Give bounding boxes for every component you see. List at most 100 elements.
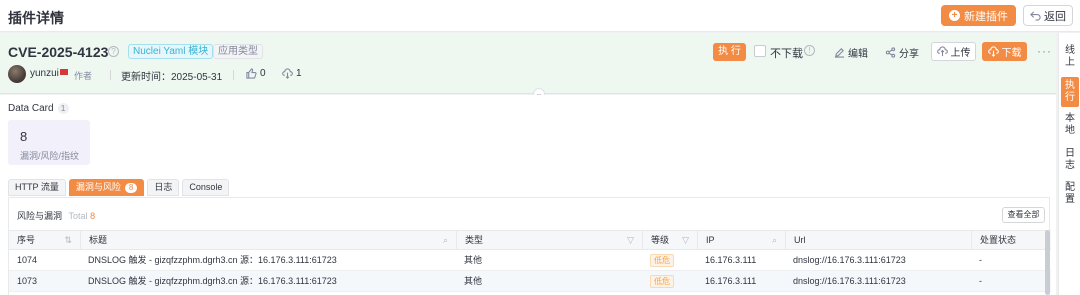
column-label: IP	[706, 235, 715, 245]
column-label: 类型	[465, 235, 484, 245]
data-card[interactable]: 8 漏洞/风险/指纹	[8, 120, 90, 165]
level-badge: 低危	[650, 254, 674, 267]
edit-button[interactable]: 编辑	[834, 45, 868, 60]
divider	[233, 70, 234, 80]
cell-type: 其他	[464, 276, 483, 286]
more-icon[interactable]: ···	[1037, 44, 1052, 58]
data-card-header: Data Card 1	[8, 103, 69, 114]
column-header-type[interactable]: 类型 ▽	[456, 231, 642, 250]
cell-status: -	[979, 276, 982, 286]
cloud-download-icon	[282, 68, 293, 79]
sort-icon[interactable]: ⇅	[64, 231, 72, 250]
column-label: 等级	[651, 235, 670, 245]
search-icon[interactable]: ⌕	[772, 231, 777, 250]
column-label: Url	[794, 235, 806, 245]
help-icon[interactable]: ?	[108, 46, 119, 57]
thumbs-up-icon	[246, 68, 257, 79]
download-count-value: 1	[296, 68, 302, 79]
cell-type: 其他	[464, 255, 483, 265]
share-button[interactable]: 分享	[885, 45, 919, 60]
download-count: 1	[282, 68, 302, 79]
tab-log[interactable]: 日志	[147, 179, 180, 196]
column-header-title[interactable]: 标题 ⌕	[80, 231, 456, 250]
like-button[interactable]: 0	[246, 68, 266, 79]
plugin-header: CVE-2025-4123 ? Nuclei Yaml 模块 应用类型 yunz…	[0, 33, 1056, 94]
cell-status: -	[979, 255, 982, 265]
cell-level: 低危	[642, 250, 697, 270]
risk-table-title: 风险与漏洞 Total 8	[17, 209, 95, 222]
rail-item-log[interactable]: 日志	[1061, 148, 1079, 172]
tab-risks[interactable]: 漏洞与风险 8	[68, 179, 145, 196]
table-header: 序号 ⇅ 标题 ⌕ 类型 ▽ 等级 ▽ IP ⌕ Url 处置状态	[9, 230, 1051, 250]
view-all-button[interactable]: 查看全部	[1002, 207, 1045, 223]
tab-console[interactable]: Console	[182, 179, 230, 196]
data-card-title: Data Card	[8, 103, 54, 114]
column-header-ip[interactable]: IP ⌕	[697, 231, 785, 250]
risk-total-value: 8	[90, 211, 96, 221]
cell-id: 1073	[17, 276, 38, 286]
tab-label: HTTP 流量	[15, 182, 59, 192]
column-label: 序号	[17, 235, 36, 245]
rail-item-local[interactable]: 本地	[1061, 113, 1079, 137]
tab-label: 漏洞与风险	[75, 182, 121, 192]
edit-icon	[834, 48, 845, 58]
execution-result-panel: Data Card 1 8 漏洞/风险/指纹 HTTP 流量 漏洞与风险 8 日志…	[0, 95, 1056, 295]
author-name-text: yunzui	[30, 68, 59, 79]
cell-ip: 16.176.3.111	[705, 255, 757, 265]
risk-table-panel: 风险与漏洞 Total 8 查看全部 序号 ⇅ 标题 ⌕ 类型 ▽ 等级 ▽ IP ⌕ U…	[8, 197, 1051, 295]
top-bar: 插件详情 + 新建插件 返回	[0, 0, 1080, 32]
column-header-url[interactable]: Url	[785, 231, 971, 250]
table-row[interactable]: 1074 DNSLOG 触发 - gizqfzzphm.dgrh3.cn 源：1…	[9, 250, 1051, 271]
tab-label: Console	[189, 182, 223, 192]
table-scrollbar[interactable]	[1045, 230, 1050, 295]
page-title: 插件详情	[8, 10, 64, 26]
table-row[interactable]: 1073 DNSLOG 触发 - gizqfzzphm.dgrh3.cn 源：1…	[9, 271, 1051, 292]
back-button[interactable]: 返回	[1023, 5, 1073, 26]
tab-label: 日志	[154, 182, 173, 192]
like-count: 0	[260, 68, 266, 79]
download-button[interactable]: 下载	[982, 42, 1027, 61]
right-rail: 线上 执行 本地 日志 配置	[1058, 33, 1080, 295]
search-icon[interactable]: ⌕	[443, 231, 448, 250]
plus-icon: +	[949, 10, 960, 21]
column-header-level[interactable]: 等级 ▽	[642, 231, 697, 250]
share-icon	[885, 47, 896, 58]
new-plugin-label: 新建插件	[964, 10, 1008, 23]
rail-item-config[interactable]: 配置	[1061, 182, 1079, 206]
share-label: 分享	[899, 49, 919, 60]
risk-total-label: Total	[68, 211, 88, 221]
column-label: 处置状态	[980, 235, 1017, 245]
back-arrow-icon	[1030, 11, 1041, 21]
data-card-value: 8	[20, 129, 28, 144]
rail-item-execute[interactable]: 执行	[1061, 77, 1079, 107]
no-download-checkbox[interactable]	[754, 45, 766, 57]
column-header-id[interactable]: 序号 ⇅	[9, 231, 80, 250]
new-plugin-button[interactable]: + 新建插件	[941, 5, 1016, 26]
no-download-label: 不下载	[770, 48, 803, 60]
cloud-upload-icon	[936, 46, 948, 57]
author-name[interactable]: yunzui	[30, 68, 68, 79]
execute-button[interactable]: 执 行	[713, 43, 746, 61]
risk-total: Total 8	[69, 211, 96, 221]
upload-label: 上传	[950, 48, 971, 59]
flag-icon	[59, 69, 68, 75]
filter-icon[interactable]: ▽	[682, 231, 689, 250]
help-icon[interactable]: !	[804, 45, 815, 56]
tab-http-traffic[interactable]: HTTP 流量	[8, 179, 66, 196]
column-header-status[interactable]: 处置状态	[971, 231, 1051, 250]
cell-url: dnslog://16.176.3.111:61723	[793, 276, 906, 286]
filter-icon[interactable]: ▽	[627, 231, 634, 250]
edit-label: 编辑	[848, 49, 868, 60]
update-time: 更新时间：2025-05-31	[121, 72, 223, 83]
cell-id: 1074	[17, 255, 38, 265]
level-badge: 低危	[650, 275, 674, 288]
plugin-type-tag: Nuclei Yaml 模块	[128, 44, 214, 59]
app-type-tag: 应用类型	[213, 44, 263, 59]
avatar[interactable]	[8, 65, 26, 83]
cell-url: dnslog://16.176.3.111:61723	[793, 255, 906, 265]
upload-button[interactable]: 上传	[931, 42, 976, 61]
cell-level: 低危	[642, 271, 697, 291]
cloud-download-icon	[987, 46, 999, 57]
author-role: 作者	[74, 71, 93, 81]
rail-item-online[interactable]: 线上	[1061, 45, 1079, 69]
